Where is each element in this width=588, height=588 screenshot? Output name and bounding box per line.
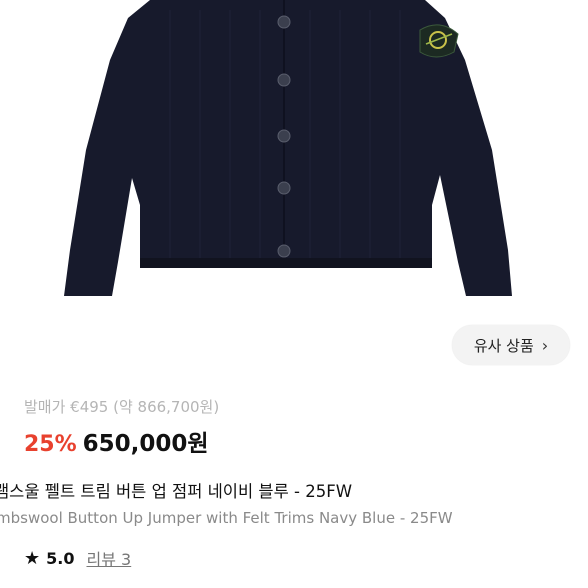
- price-row: 25% 650,000원: [24, 424, 209, 458]
- similar-products-label: 유사 상품: [473, 336, 534, 355]
- retail-price: 발매가 €495 (약 866,700원): [24, 398, 220, 416]
- reviews-link[interactable]: 리뷰 3: [86, 546, 131, 570]
- chevron-right-icon: ›: [541, 335, 549, 355]
- star-icon: ★: [24, 547, 41, 569]
- similar-products-button[interactable]: 유사 상품 ›: [452, 325, 570, 365]
- badge-icon: [419, 24, 459, 58]
- sale-price: 650,000원: [82, 431, 209, 457]
- product-name-english[interactable]: mbswool Button Up Jumper with Felt Trims…: [0, 509, 453, 527]
- discount-rate: 25%: [24, 432, 77, 457]
- product-name-korean[interactable]: 램스울 펠트 트림 버튼 업 점퍼 네이비 블루 - 25FW: [0, 478, 352, 502]
- rating-row: ★ 5.0 리뷰 3: [24, 546, 131, 570]
- rating-score: 5.0: [46, 548, 75, 568]
